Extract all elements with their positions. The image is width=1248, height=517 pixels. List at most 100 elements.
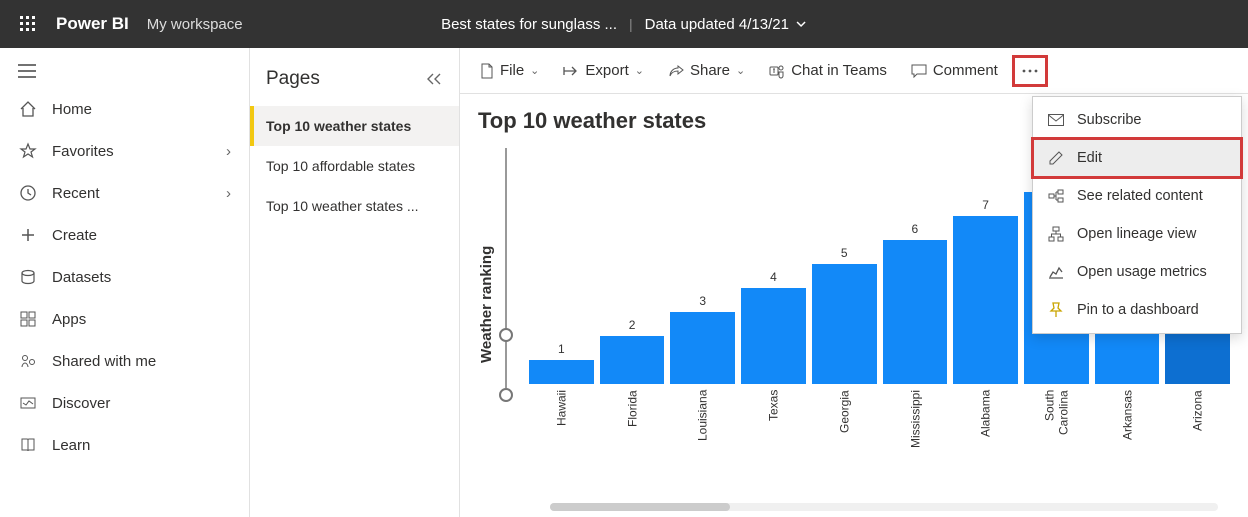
slider-handle-upper[interactable] <box>499 388 513 402</box>
main-layout: Home Favorites › Recent › Create Dataset… <box>0 48 1248 517</box>
menu-item-subscribe[interactable]: Subscribe <box>1033 101 1241 139</box>
bar-value-label: 1 <box>529 342 594 356</box>
toolbar-label: Export <box>585 62 628 79</box>
waffle-icon[interactable] <box>8 4 48 44</box>
nav-label: Recent <box>52 185 100 202</box>
chevron-down-icon: ⌄ <box>736 64 745 77</box>
nav-item-create[interactable]: Create <box>0 214 249 256</box>
mail-icon <box>1047 114 1065 126</box>
bar[interactable]: 4 <box>741 144 806 384</box>
x-axis-label: Alabama <box>953 390 1018 460</box>
menu-item-usage[interactable]: Open usage metrics <box>1033 253 1241 291</box>
related-icon <box>1047 188 1065 204</box>
toolbar-label: File <box>500 62 524 79</box>
nav-item-datasets[interactable]: Datasets <box>0 256 249 298</box>
export-menu-button[interactable]: Export ⌄ <box>553 56 654 85</box>
nav-item-favorites[interactable]: Favorites › <box>0 130 249 172</box>
nav-collapse-button[interactable] <box>0 54 249 88</box>
metrics-icon <box>1047 265 1065 279</box>
horizontal-scrollbar[interactable] <box>550 503 1218 511</box>
export-icon <box>563 64 579 78</box>
data-updated-button[interactable]: Data updated 4/13/21 <box>645 16 807 33</box>
x-axis-label: Louisiana <box>670 390 735 460</box>
nav-item-home[interactable]: Home <box>0 88 249 130</box>
x-axis-label: Arizona <box>1165 390 1230 460</box>
brand-label: Power BI <box>56 14 129 34</box>
nav-label: Datasets <box>52 269 111 286</box>
nav-item-discover[interactable]: Discover <box>0 382 249 424</box>
page-item[interactable]: Top 10 weather states <box>250 106 459 146</box>
share-menu-button[interactable]: Share ⌄ <box>658 56 755 85</box>
bar[interactable]: 5 <box>812 144 877 384</box>
toolbar-label: Chat in Teams <box>791 62 887 79</box>
divider: | <box>629 16 633 32</box>
chat-teams-button[interactable]: Chat in Teams <box>759 56 897 85</box>
menu-label: Subscribe <box>1077 112 1141 128</box>
x-axis-label: Georgia <box>812 390 877 460</box>
menu-item-lineage[interactable]: Open lineage view <box>1033 215 1241 253</box>
nav-label: Learn <box>52 437 90 454</box>
hamburger-icon <box>18 64 36 78</box>
menu-item-related[interactable]: See related content <box>1033 177 1241 215</box>
nav-item-recent[interactable]: Recent › <box>0 172 249 214</box>
star-icon <box>18 142 38 160</box>
datasets-icon <box>18 268 38 286</box>
chevron-right-icon: › <box>226 185 231 202</box>
file-icon <box>480 63 494 79</box>
bar[interactable]: 1 <box>529 144 594 384</box>
toolbar-label: Share <box>690 62 730 79</box>
teams-icon <box>769 63 785 79</box>
menu-label: Open usage metrics <box>1077 264 1207 280</box>
x-axis-label: Texas <box>741 390 806 460</box>
nav-item-apps[interactable]: Apps <box>0 298 249 340</box>
bar-value-label: 4 <box>741 270 806 284</box>
bar[interactable]: 3 <box>670 144 735 384</box>
chevron-right-icon: › <box>226 143 231 160</box>
bar[interactable]: 7 <box>953 144 1018 384</box>
nav-label: Home <box>52 101 92 118</box>
collapse-pages-icon[interactable] <box>425 72 443 86</box>
chart-title: Top 10 weather states <box>478 108 706 134</box>
pages-pane: Pages Top 10 weather states Top 10 affor… <box>250 48 460 517</box>
bar-value-label: 6 <box>883 222 948 236</box>
bar[interactable]: 6 <box>883 144 948 384</box>
data-updated-label: Data updated 4/13/21 <box>645 16 789 33</box>
workspace-name[interactable]: My workspace <box>147 16 243 33</box>
x-axis-label: Mississippi <box>883 390 948 460</box>
menu-label: Pin to a dashboard <box>1077 302 1199 318</box>
file-menu-button[interactable]: File ⌄ <box>470 56 549 85</box>
report-title: Best states for sunglass ... <box>441 16 617 33</box>
toolbar-label: Comment <box>933 62 998 79</box>
nav-item-learn[interactable]: Learn <box>0 424 249 466</box>
scrollbar-thumb[interactable] <box>550 503 730 511</box>
bar[interactable]: 2 <box>600 144 665 384</box>
page-item[interactable]: Top 10 affordable states <box>250 146 459 186</box>
page-item[interactable]: Top 10 weather states ... <box>250 186 459 226</box>
ellipsis-icon <box>1022 69 1038 73</box>
more-options-menu: Subscribe Edit See related content Open … <box>1032 96 1242 334</box>
menu-item-edit[interactable]: Edit <box>1033 139 1241 177</box>
bar-value-label: 5 <box>812 246 877 260</box>
menu-item-pin[interactable]: Pin to a dashboard <box>1033 291 1241 329</box>
pin-icon <box>1047 302 1065 318</box>
slider-track[interactable] <box>501 148 511 388</box>
comment-button[interactable]: Comment <box>901 56 1008 85</box>
shared-icon <box>18 352 38 370</box>
nav-label: Shared with me <box>52 353 156 370</box>
x-axis-label: South Carolina <box>1024 390 1089 460</box>
pages-title: Pages <box>266 68 320 90</box>
app-header: Power BI My workspace Best states for su… <box>0 0 1248 48</box>
nav-rail: Home Favorites › Recent › Create Dataset… <box>0 48 250 517</box>
nav-label: Create <box>52 227 97 244</box>
menu-label: Open lineage view <box>1077 226 1196 242</box>
bar-value-label: 2 <box>600 318 665 332</box>
nav-item-shared[interactable]: Shared with me <box>0 340 249 382</box>
pencil-icon <box>1047 150 1065 166</box>
more-options-button[interactable] <box>1012 55 1048 87</box>
chevron-down-icon <box>795 18 807 30</box>
nav-label: Apps <box>52 311 86 328</box>
clock-icon <box>18 184 38 202</box>
nav-label: Discover <box>52 395 110 412</box>
menu-label: Edit <box>1077 150 1102 166</box>
slider-handle-lower[interactable] <box>499 328 513 342</box>
